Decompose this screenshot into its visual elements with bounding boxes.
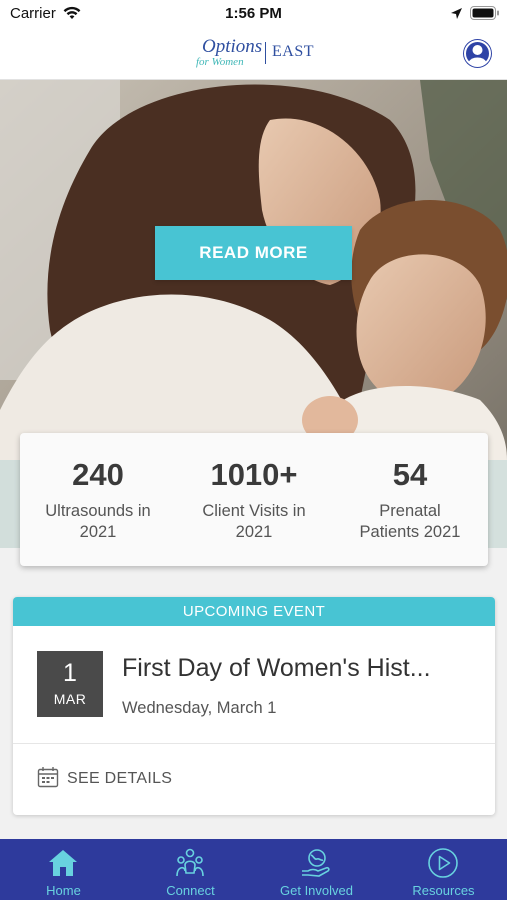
tab-get-involved[interactable]: Get Involved — [253, 839, 380, 900]
logo-branch: EAST — [272, 43, 314, 60]
options-for-women-east-logo[interactable]: Options for Women EAST — [192, 36, 322, 72]
see-details-label: SEE DETAILS — [67, 770, 173, 787]
stat-ultrasounds: 240 Ultrasounds in 2021 — [20, 433, 176, 543]
logo-divider — [265, 42, 266, 64]
battery-icon — [470, 6, 500, 26]
clock-time: 1:56 PM — [225, 5, 282, 22]
tab-label: Resources — [412, 883, 475, 898]
event-day: 1 — [63, 659, 77, 687]
globe-hand-icon — [300, 847, 332, 879]
event-date-badge: 1 MAR — [37, 651, 103, 717]
calendar-icon — [37, 766, 59, 793]
app-header: Options for Women EAST — [0, 28, 507, 80]
home-icon — [47, 847, 79, 879]
logo-tagline: for Women — [196, 56, 244, 68]
stat-value: 54 — [392, 457, 428, 492]
upcoming-event-card[interactable]: UPCOMING EVENT 1 MAR First Day of Women'… — [13, 597, 495, 815]
divider — [13, 743, 495, 744]
stat-value: 240 — [72, 457, 124, 492]
event-month: MAR — [53, 691, 87, 707]
stat-label: Ultrasounds in 2021 — [20, 501, 176, 543]
see-details-button[interactable]: SEE DETAILS — [37, 766, 173, 793]
stat-label-line: Ultrasounds in — [45, 502, 151, 520]
stat-label: Prenatal Patients 2021 — [332, 501, 488, 543]
location-arrow-icon — [450, 7, 463, 25]
tab-label: Connect — [166, 883, 215, 898]
stat-label-line: 2021 — [79, 523, 117, 541]
stat-prenatal-patients: 54 Prenatal Patients 2021 — [332, 433, 488, 543]
read-more-button[interactable]: READ MORE — [155, 226, 352, 280]
event-title[interactable]: First Day of Women's Hist... — [122, 654, 442, 683]
stat-client-visits: 1010+ Client Visits in 2021 — [176, 433, 332, 543]
user-profile-icon[interactable] — [463, 39, 492, 68]
people-icon — [174, 847, 206, 879]
stat-label-line: Patients 2021 — [359, 523, 461, 541]
tab-resources[interactable]: Resources — [380, 839, 507, 900]
tab-home[interactable]: Home — [0, 839, 127, 900]
tab-connect[interactable]: Connect — [127, 839, 254, 900]
tab-label: Get Involved — [280, 883, 353, 898]
stat-label-line: Prenatal — [379, 502, 441, 520]
stats-card: 240 Ultrasounds in 2021 1010+ Client Vis… — [20, 433, 488, 566]
bottom-tab-bar: Home Connect Get Involved Resources — [0, 839, 507, 900]
event-card-header: UPCOMING EVENT — [13, 597, 495, 626]
play-circle-icon — [427, 847, 459, 879]
logo-wordmark: Options — [202, 36, 263, 57]
stat-label-line: 2021 — [235, 523, 273, 541]
event-date: Wednesday, March 1 — [122, 699, 277, 717]
stat-value: 1010+ — [210, 457, 298, 492]
stat-label-line: Client Visits in — [202, 502, 306, 520]
stat-label: Client Visits in 2021 — [176, 501, 332, 543]
tab-label: Home — [46, 883, 81, 898]
status-bar: Carrier 1:56 PM — [0, 0, 507, 28]
